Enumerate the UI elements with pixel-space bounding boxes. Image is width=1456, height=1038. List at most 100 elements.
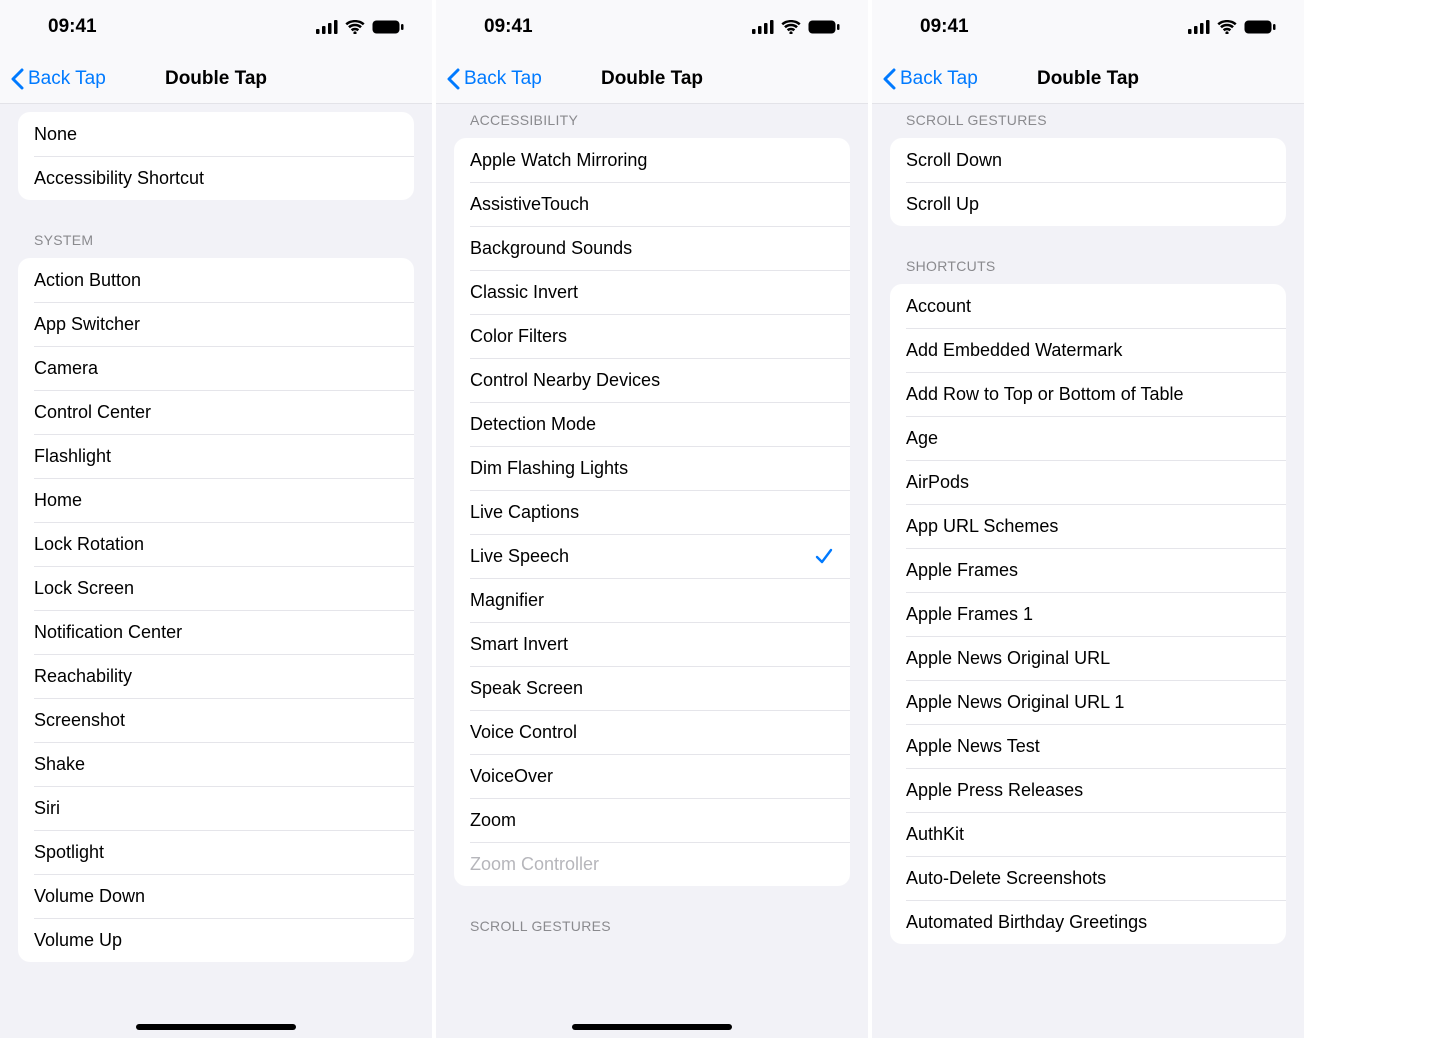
option-flashlight[interactable]: Flashlight bbox=[18, 434, 414, 478]
row-label: App URL Schemes bbox=[906, 516, 1058, 537]
option-dim-flashing-lights[interactable]: Dim Flashing Lights bbox=[454, 446, 850, 490]
row-label: Siri bbox=[34, 798, 60, 819]
phone-3: 09:41 Back Tap Double Tap bbox=[872, 0, 1304, 1038]
option-live-captions[interactable]: Live Captions bbox=[454, 490, 850, 534]
row-label: Classic Invert bbox=[470, 282, 578, 303]
section-header-accessibility: ACCESSIBILITY bbox=[436, 104, 868, 134]
option-shake[interactable]: Shake bbox=[18, 742, 414, 786]
row-label: Scroll Down bbox=[906, 150, 1002, 171]
option-siri[interactable]: Siri bbox=[18, 786, 414, 830]
option-camera[interactable]: Camera bbox=[18, 346, 414, 390]
nav-bar: Back Tap Double Tap bbox=[872, 54, 1304, 104]
option-classic-invert[interactable]: Classic Invert bbox=[454, 270, 850, 314]
option-spotlight[interactable]: Spotlight bbox=[18, 830, 414, 874]
row-label: Volume Down bbox=[34, 886, 145, 907]
back-label: Back Tap bbox=[464, 68, 542, 90]
option-scroll-down[interactable]: Scroll Down bbox=[890, 138, 1286, 182]
row-label: Speak Screen bbox=[470, 678, 583, 699]
option-apple-frames-1[interactable]: Apple Frames 1 bbox=[890, 592, 1286, 636]
cellular-signal-icon bbox=[752, 20, 774, 34]
row-label: Apple News Test bbox=[906, 736, 1040, 757]
row-label: Lock Rotation bbox=[34, 534, 144, 555]
option-volume-down[interactable]: Volume Down bbox=[18, 874, 414, 918]
battery-icon bbox=[808, 20, 840, 34]
option-detection-mode[interactable]: Detection Mode bbox=[454, 402, 850, 446]
home-indicator[interactable] bbox=[572, 1024, 732, 1030]
chevron-left-icon bbox=[8, 65, 26, 93]
nav-bar: Back Tap Double Tap bbox=[436, 54, 868, 104]
option-scroll-up[interactable]: Scroll Up bbox=[890, 182, 1286, 226]
row-label: Flashlight bbox=[34, 446, 111, 467]
option-app-url-schemes[interactable]: App URL Schemes bbox=[890, 504, 1286, 548]
nav-bar: Back Tap Double Tap bbox=[0, 54, 432, 104]
option-smart-invert[interactable]: Smart Invert bbox=[454, 622, 850, 666]
option-speak-screen[interactable]: Speak Screen bbox=[454, 666, 850, 710]
row-label: Action Button bbox=[34, 270, 141, 291]
wifi-icon bbox=[345, 20, 365, 34]
section-header-scroll-gestures: SCROLL GESTURES bbox=[436, 904, 868, 940]
back-label: Back Tap bbox=[900, 68, 978, 90]
option-apple-news-original-url[interactable]: Apple News Original URL bbox=[890, 636, 1286, 680]
cellular-signal-icon bbox=[316, 20, 338, 34]
back-button[interactable]: Back Tap bbox=[872, 65, 978, 93]
shortcuts-group: Account Add Embedded Watermark Add Row t… bbox=[890, 284, 1286, 944]
option-notification-center[interactable]: Notification Center bbox=[18, 610, 414, 654]
option-airpods[interactable]: AirPods bbox=[890, 460, 1286, 504]
row-label: Zoom Controller bbox=[470, 854, 599, 875]
option-apple-news-test[interactable]: Apple News Test bbox=[890, 724, 1286, 768]
option-control-nearby-devices[interactable]: Control Nearby Devices bbox=[454, 358, 850, 402]
option-lock-rotation[interactable]: Lock Rotation bbox=[18, 522, 414, 566]
row-label: Account bbox=[906, 296, 971, 317]
option-background-sounds[interactable]: Background Sounds bbox=[454, 226, 850, 270]
row-label: Camera bbox=[34, 358, 98, 379]
phone-2: 09:41 Back Tap Double Tap bbox=[436, 0, 868, 1038]
status-bar: 09:41 bbox=[872, 0, 1304, 54]
option-home[interactable]: Home bbox=[18, 478, 414, 522]
option-action-button[interactable]: Action Button bbox=[18, 258, 414, 302]
option-apple-watch-mirroring[interactable]: Apple Watch Mirroring bbox=[454, 138, 850, 182]
option-app-switcher[interactable]: App Switcher bbox=[18, 302, 414, 346]
option-reachability[interactable]: Reachability bbox=[18, 654, 414, 698]
option-color-filters[interactable]: Color Filters bbox=[454, 314, 850, 358]
row-label: Zoom bbox=[470, 810, 516, 831]
row-label: AirPods bbox=[906, 472, 969, 493]
home-indicator[interactable] bbox=[136, 1024, 296, 1030]
option-none[interactable]: None bbox=[18, 112, 414, 156]
option-age[interactable]: Age bbox=[890, 416, 1286, 460]
row-label: Detection Mode bbox=[470, 414, 596, 435]
option-volume-up[interactable]: Volume Up bbox=[18, 918, 414, 962]
option-authkit[interactable]: AuthKit bbox=[890, 812, 1286, 856]
option-add-row-to-top-or-bottom-of-table[interactable]: Add Row to Top or Bottom of Table bbox=[890, 372, 1286, 416]
option-voiceover[interactable]: VoiceOver bbox=[454, 754, 850, 798]
back-button[interactable]: Back Tap bbox=[436, 65, 542, 93]
option-apple-press-releases[interactable]: Apple Press Releases bbox=[890, 768, 1286, 812]
row-label: Screenshot bbox=[34, 710, 125, 731]
option-control-center[interactable]: Control Center bbox=[18, 390, 414, 434]
row-label: Spotlight bbox=[34, 842, 104, 863]
option-add-embedded-watermark[interactable]: Add Embedded Watermark bbox=[890, 328, 1286, 372]
row-label: Color Filters bbox=[470, 326, 567, 347]
option-automated-birthday-greetings[interactable]: Automated Birthday Greetings bbox=[890, 900, 1286, 944]
row-label: AssistiveTouch bbox=[470, 194, 589, 215]
row-label: Add Embedded Watermark bbox=[906, 340, 1122, 361]
option-magnifier[interactable]: Magnifier bbox=[454, 578, 850, 622]
option-assistivetouch[interactable]: AssistiveTouch bbox=[454, 182, 850, 226]
option-zoom[interactable]: Zoom bbox=[454, 798, 850, 842]
row-label: Scroll Up bbox=[906, 194, 979, 215]
row-label: Home bbox=[34, 490, 82, 511]
option-apple-news-original-url-1[interactable]: Apple News Original URL 1 bbox=[890, 680, 1286, 724]
option-apple-frames[interactable]: Apple Frames bbox=[890, 548, 1286, 592]
option-account[interactable]: Account bbox=[890, 284, 1286, 328]
option-live-speech[interactable]: Live Speech bbox=[454, 534, 850, 578]
option-lock-screen[interactable]: Lock Screen bbox=[18, 566, 414, 610]
option-accessibility-shortcut[interactable]: Accessibility Shortcut bbox=[18, 156, 414, 200]
row-label: Smart Invert bbox=[470, 634, 568, 655]
option-auto-delete-screenshots[interactable]: Auto-Delete Screenshots bbox=[890, 856, 1286, 900]
row-label: Automated Birthday Greetings bbox=[906, 912, 1147, 933]
back-button[interactable]: Back Tap bbox=[0, 65, 106, 93]
option-screenshot[interactable]: Screenshot bbox=[18, 698, 414, 742]
option-voice-control[interactable]: Voice Control bbox=[454, 710, 850, 754]
row-label: Dim Flashing Lights bbox=[470, 458, 628, 479]
option-zoom-controller: Zoom Controller bbox=[454, 842, 850, 886]
row-label: Volume Up bbox=[34, 930, 122, 951]
